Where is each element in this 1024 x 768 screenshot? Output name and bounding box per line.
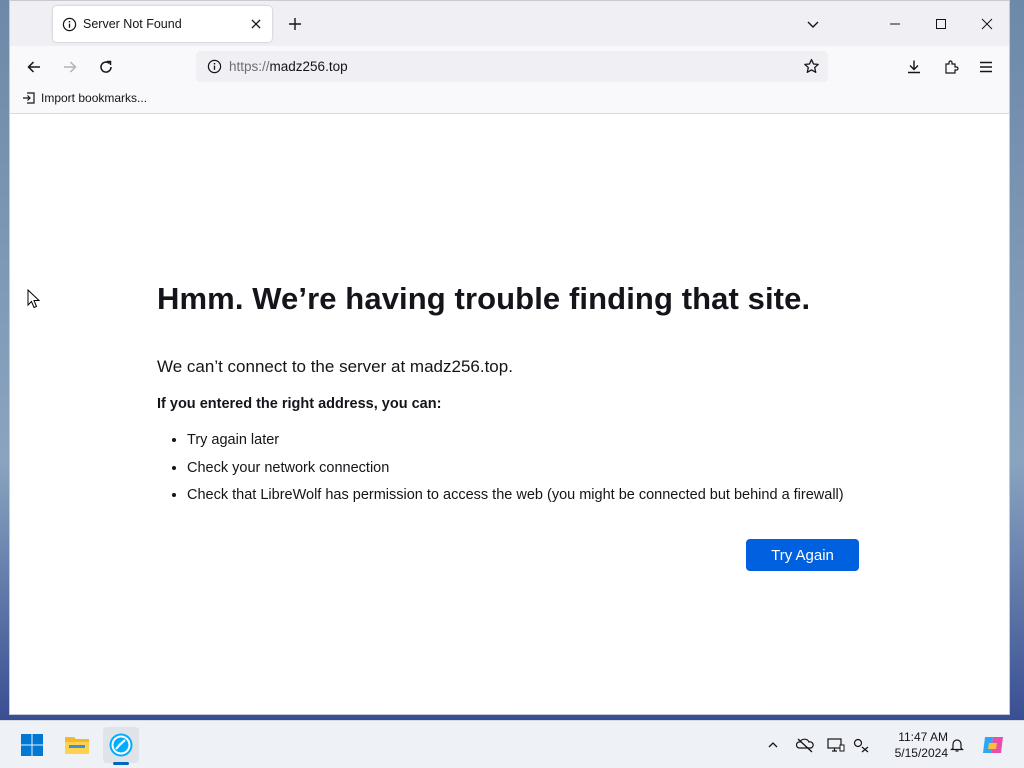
navigation-toolbar: https://madz256.top bbox=[10, 46, 1009, 86]
tab-title: Server Not Found bbox=[83, 17, 182, 31]
import-bookmarks-label: Import bookmarks... bbox=[41, 91, 148, 105]
url-text[interactable]: https://madz256.top bbox=[229, 59, 798, 74]
active-app-indicator bbox=[113, 762, 129, 765]
settings-icon[interactable] bbox=[851, 735, 871, 755]
copilot-icon[interactable] bbox=[980, 732, 1006, 758]
extensions-icon[interactable] bbox=[938, 54, 964, 80]
forward-icon[interactable] bbox=[57, 54, 83, 80]
minimize-icon[interactable] bbox=[872, 1, 918, 46]
error-page: Hmm. We’re having trouble finding that s… bbox=[10, 114, 1009, 714]
list-item: Check your network connection bbox=[187, 458, 844, 486]
file-explorer-icon[interactable] bbox=[59, 727, 95, 763]
tab-bar: Server Not Found bbox=[10, 1, 1009, 46]
plus-icon[interactable] bbox=[283, 12, 307, 36]
close-icon[interactable] bbox=[244, 12, 268, 36]
menu-icon[interactable] bbox=[973, 54, 999, 80]
info-icon[interactable] bbox=[201, 54, 227, 80]
import-bookmarks-button[interactable]: Import bookmarks... bbox=[22, 91, 147, 105]
list-item: Check that LibreWolf has permission to a… bbox=[187, 485, 844, 513]
import-icon bbox=[22, 91, 36, 105]
clock-date: 5/15/2024 bbox=[894, 746, 948, 760]
bookmarks-toolbar: Import bookmarks... bbox=[10, 86, 1009, 114]
system-clock[interactable]: 11:47 AM 5/15/2024 bbox=[878, 729, 948, 761]
url-scheme: https:// bbox=[229, 59, 270, 74]
browser-window: Server Not Found https://madz256.top Imp… bbox=[9, 0, 1010, 715]
display-icon[interactable] bbox=[826, 735, 846, 755]
error-description: We can’t connect to the server at madz25… bbox=[157, 357, 513, 376]
chevron-up-icon[interactable] bbox=[763, 735, 783, 755]
network-offline-icon[interactable] bbox=[795, 735, 815, 755]
page-title: Hmm. We’re having trouble finding that s… bbox=[157, 281, 811, 316]
download-icon[interactable] bbox=[901, 54, 927, 80]
error-hint: If you entered the right address, you ca… bbox=[157, 396, 442, 412]
chevron-down-icon[interactable] bbox=[801, 12, 825, 36]
close-icon[interactable] bbox=[964, 1, 1009, 46]
list-item: Try again later bbox=[187, 430, 844, 458]
bell-icon[interactable] bbox=[947, 735, 967, 755]
clock-time: 11:47 AM bbox=[898, 730, 948, 744]
suggestion-list: Try again later Check your network conne… bbox=[187, 430, 844, 513]
url-host: madz256.top bbox=[269, 59, 348, 74]
reload-icon[interactable] bbox=[93, 54, 119, 80]
librewolf-icon[interactable] bbox=[103, 727, 139, 763]
back-icon[interactable] bbox=[21, 54, 47, 80]
star-icon[interactable] bbox=[798, 54, 824, 80]
mouse-cursor-icon bbox=[27, 288, 41, 314]
windows-start-icon[interactable] bbox=[14, 727, 50, 763]
url-bar[interactable]: https://madz256.top bbox=[196, 51, 828, 82]
taskbar: 11:47 AM 5/15/2024 bbox=[0, 720, 1024, 768]
maximize-icon[interactable] bbox=[918, 1, 964, 46]
info-icon bbox=[61, 16, 77, 32]
try-again-button[interactable]: Try Again bbox=[746, 539, 859, 571]
tab-server-not-found[interactable]: Server Not Found bbox=[53, 6, 272, 42]
